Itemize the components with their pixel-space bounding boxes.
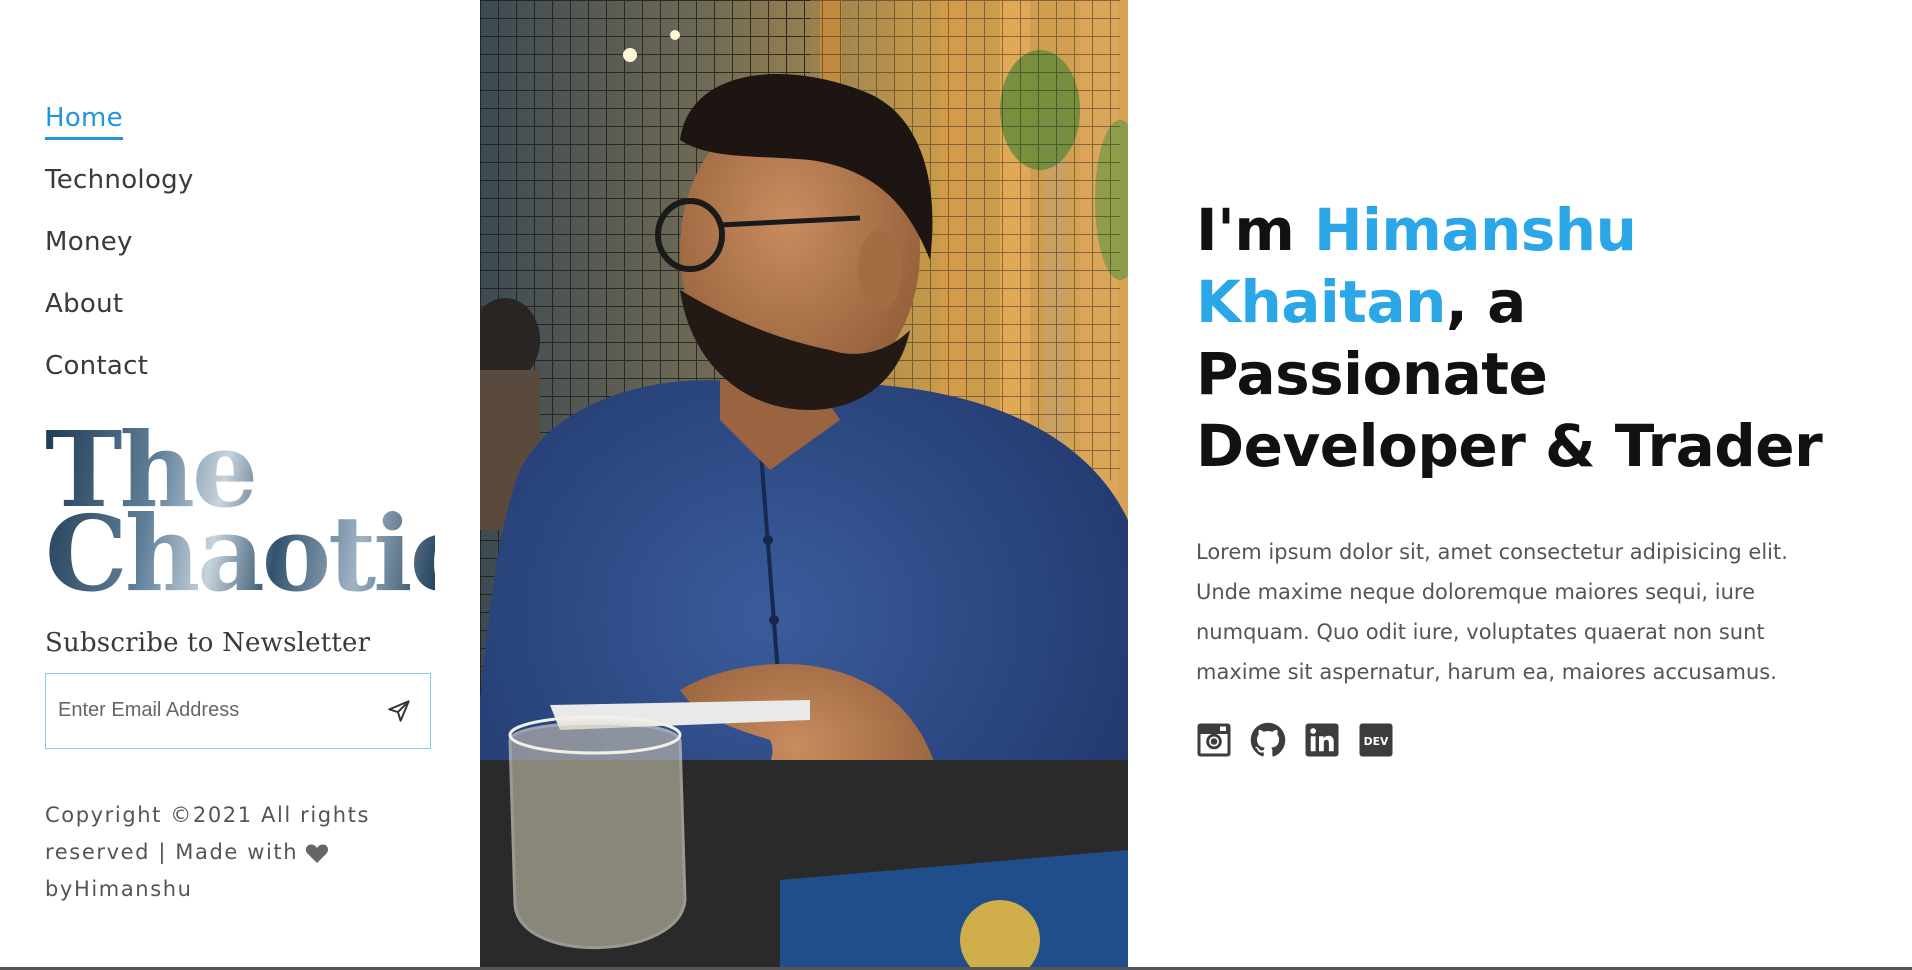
headline-prefix: I'm	[1196, 196, 1314, 264]
logo-line-2: Chaotic	[45, 492, 471, 615]
hero-section: I'm Himanshu Khaitan, a Passionate Devel…	[1196, 194, 1856, 758]
site-logo[interactable]: The Chaotic	[45, 428, 435, 596]
profile-photo	[480, 0, 1128, 967]
nav-item-contact[interactable]: Contact	[45, 344, 194, 406]
profile-photo-illustration	[480, 0, 1128, 967]
newsletter-form	[45, 673, 431, 749]
social-links: DEV	[1196, 722, 1856, 758]
copyright-line-1: Copyright ©2021 All rights	[45, 803, 370, 827]
nav-item-label: Technology	[45, 165, 194, 195]
newsletter-title: Subscribe to Newsletter	[45, 628, 371, 658]
main-nav: Home Technology Money About Contact	[45, 96, 194, 406]
headline-line-4: Developer & Trader	[1196, 412, 1823, 480]
made-with-text: reserved | Made with	[45, 840, 299, 864]
nav-item-label: Contact	[45, 351, 149, 381]
copyright-line-2: reserved | Made with	[45, 834, 375, 871]
email-field[interactable]	[46, 674, 366, 747]
heart-icon	[306, 844, 329, 863]
dev-icon[interactable]: DEV	[1358, 722, 1394, 758]
dev-icon-label: DEV	[1364, 735, 1389, 748]
nav-item-label: About	[45, 289, 124, 319]
nav-item-home[interactable]: Home	[45, 96, 194, 158]
nav-item-about[interactable]: About	[45, 282, 194, 344]
send-icon[interactable]	[386, 698, 412, 724]
headline-line-3: Passionate	[1196, 340, 1548, 408]
nav-item-label: Home	[45, 103, 123, 140]
nav-item-technology[interactable]: Technology	[45, 158, 194, 220]
headline-suffix: , a	[1445, 268, 1526, 336]
headline-name-last: Khaitan	[1196, 268, 1446, 336]
nav-item-label: Money	[45, 227, 133, 257]
linkedin-icon[interactable]	[1304, 722, 1340, 758]
hero-bio: Lorem ipsum dolor sit, amet consectetur …	[1196, 540, 1788, 684]
nav-item-money[interactable]: Money	[45, 220, 194, 282]
instagram-icon[interactable]	[1196, 722, 1232, 758]
copyright-text: Copyright ©2021 All rights reserved | Ma…	[45, 797, 375, 908]
copyright-line-3: byHimanshu	[45, 877, 193, 901]
sidebar: Home Technology Money About Contact The …	[0, 0, 480, 967]
hero-headline: I'm Himanshu Khaitan, a Passionate Devel…	[1196, 194, 1856, 482]
github-icon[interactable]	[1250, 722, 1286, 758]
headline-name-first: Himanshu	[1313, 196, 1637, 264]
